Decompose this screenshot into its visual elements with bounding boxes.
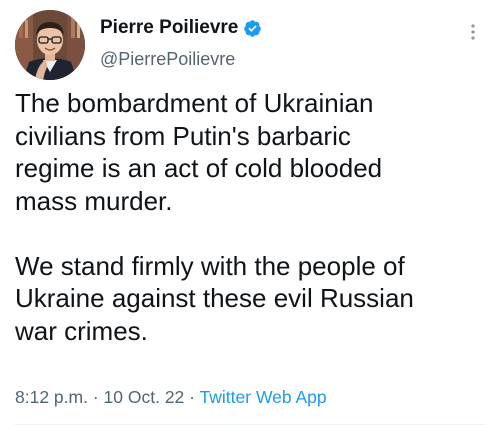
tweet-time[interactable]: 8:12 p.m.: [15, 387, 88, 407]
verified-badge-icon: [243, 19, 262, 38]
tweet-text: The bombardment of Ukrainian civilians f…: [15, 88, 414, 346]
author-handle[interactable]: @PierrePoilievre: [100, 48, 235, 70]
more-vertical-icon[interactable]: [463, 22, 483, 42]
meta-separator: ·: [189, 387, 195, 407]
tweet-source-link[interactable]: Twitter Web App: [200, 387, 327, 407]
avatar[interactable]: [15, 10, 85, 80]
tweet-meta: 8:12 p.m. · 10 Oct. 22 · Twitter Web App: [15, 386, 327, 408]
author-name[interactable]: Pierre Poilievre: [100, 16, 238, 40]
meta-separator: ·: [92, 387, 99, 407]
tweet-date[interactable]: 10 Oct. 22: [104, 387, 185, 407]
author-name-row: Pierre Poilievre: [100, 16, 262, 40]
tweet-card: Pierre Poilievre @PierrePoilievre The bo…: [0, 0, 500, 425]
